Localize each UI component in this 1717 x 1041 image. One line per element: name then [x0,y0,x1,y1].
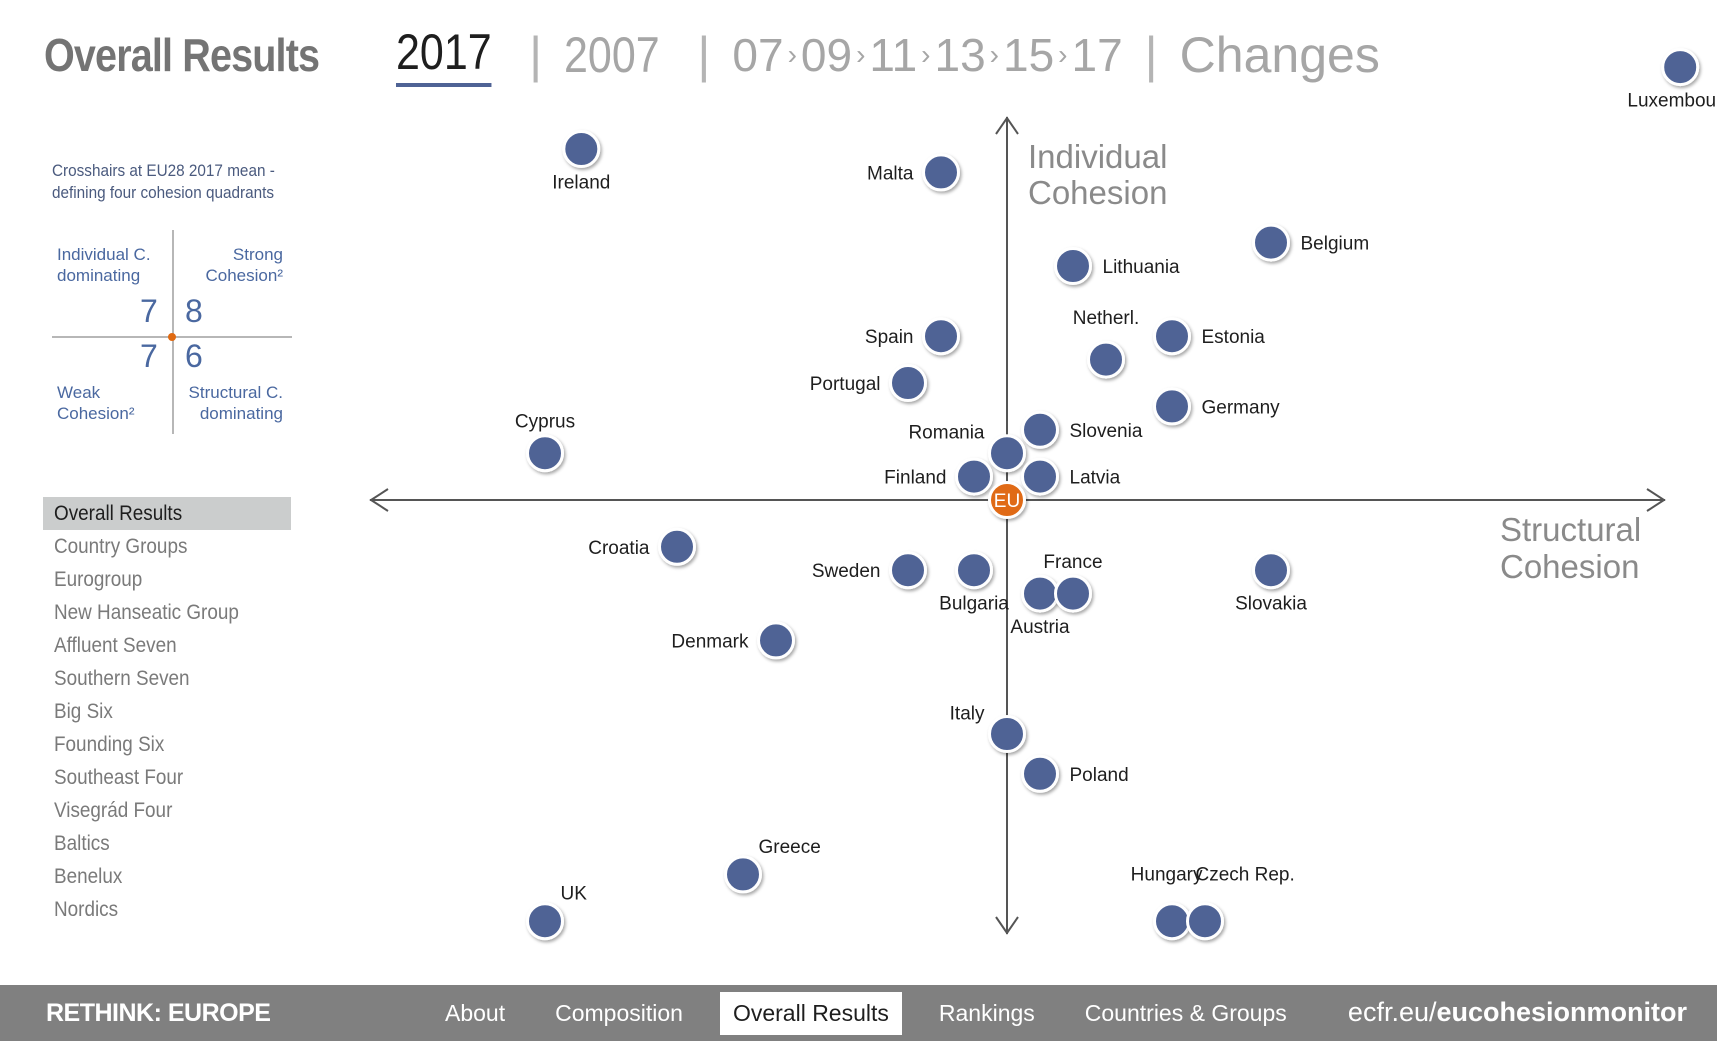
label-romania: Romania [908,423,984,444]
point-finland[interactable] [955,457,993,496]
point-cyprus[interactable] [526,434,564,473]
label-poland: Poland [1070,765,1129,786]
point-bulgaria[interactable] [955,551,993,590]
footer-nav: About Composition Overall Results Rankin… [420,985,1312,1041]
label-czech-rep: Czech Rep. [1196,865,1295,886]
url-path: eucohesionmonitor [1436,997,1687,1027]
label-bulgaria: Bulgaria [939,594,1009,615]
point-netherl[interactable] [1087,340,1125,379]
footer-bar: RETHINK: EUROPE About Composition Overal… [0,985,1717,1041]
point-sweden[interactable] [889,551,927,590]
point-luxembourg[interactable] [1661,48,1700,87]
point-lithuania[interactable] [1054,247,1092,285]
label-sweden: Sweden [812,561,881,582]
cohesion-scatter-chart: Individual Cohesion Structural Cohesion … [369,48,1717,941]
point-czech-rep[interactable] [1186,902,1224,941]
point-france[interactable] [1054,574,1092,613]
axes [369,116,1666,935]
point-italy[interactable] [988,715,1026,753]
label-denmark: Denmark [671,631,749,652]
label-ireland: Ireland [552,173,610,194]
brand-logo[interactable]: RETHINK: EUROPE [46,999,271,1028]
eu-mean-marker: EU [988,481,1026,519]
label-belgium: Belgium [1301,234,1370,255]
point-latvia[interactable] [1021,457,1059,496]
point-portugal[interactable] [889,364,927,402]
point-croatia[interactable] [658,527,696,566]
nav-overall-results[interactable]: Overall Results [719,991,902,1035]
site-url-link[interactable]: ecfr.eu/eucohesionmonitor [1348,997,1687,1028]
label-italy: Italy [950,704,985,725]
x-axis-title-line2: Cohesion [1500,548,1639,585]
y-axis-title-line1: Individual [1028,138,1167,175]
point-hungary[interactable] [1153,902,1191,941]
label-hungary: Hungary [1131,865,1203,886]
label-estonia: Estonia [1202,327,1266,348]
point-malta[interactable] [922,153,960,192]
label-latvia: Latvia [1070,468,1121,489]
point-belgium[interactable] [1252,223,1290,262]
label-netherl: Netherl. [1073,308,1140,329]
point-spain[interactable] [922,317,960,356]
label-portugal: Portugal [810,374,881,395]
point-slovenia[interactable] [1021,410,1059,449]
label-luxembourg: Luxembourg [1627,91,1717,112]
label-eu: EU [994,491,1020,512]
label-spain: Spain [865,327,914,348]
label-uk: UK [561,884,588,905]
nav-about[interactable]: About [432,992,518,1035]
label-france: France [1043,552,1102,573]
label-finland: Finland [884,468,946,489]
point-estonia[interactable] [1153,317,1191,356]
point-denmark[interactable] [757,621,795,660]
label-slovenia: Slovenia [1070,421,1143,442]
label-croatia: Croatia [588,538,650,559]
label-germany: Germany [1202,397,1281,418]
point-germany[interactable] [1153,387,1191,426]
point-greece[interactable] [724,855,762,894]
label-greece: Greece [759,837,821,858]
point-austria[interactable] [1021,574,1059,613]
label-cyprus: Cyprus [515,412,575,433]
point-slovakia[interactable] [1252,551,1290,590]
point-poland[interactable] [1021,754,1059,793]
point-uk[interactable] [526,902,564,941]
label-malta: Malta [867,163,914,184]
nav-rankings[interactable]: Rankings [926,992,1048,1035]
label-lithuania: Lithuania [1103,257,1181,278]
point-romania[interactable] [988,434,1026,473]
y-axis-title-line2: Cohesion [1028,174,1167,211]
point-ireland[interactable] [562,130,601,168]
label-slovakia: Slovakia [1235,594,1307,615]
url-prefix: ecfr.eu/ [1347,997,1437,1027]
label-austria: Austria [1010,617,1070,638]
x-axis-title-line1: Structural [1500,511,1641,548]
nav-composition[interactable]: Composition [542,992,696,1035]
nav-countries-groups[interactable]: Countries & Groups [1072,992,1300,1035]
